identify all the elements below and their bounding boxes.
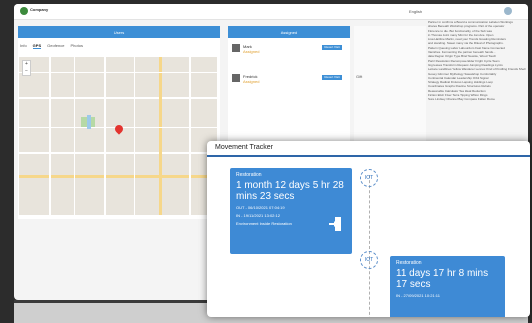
- duration-text: 11 days 17 hr 8 mins 17 secs: [396, 268, 489, 290]
- tab-photos[interactable]: Photos: [70, 43, 82, 49]
- iot-label: IOT: [364, 175, 374, 181]
- avatar: [232, 44, 240, 52]
- modal-title: Movement Tracker: [215, 144, 273, 151]
- out-time: OUT - 06/10/2021 07:04:19: [236, 205, 285, 210]
- movement-card[interactable]: Restoration 1 month 12 days 5 hr 28 mins…: [230, 168, 352, 254]
- title-divider: [207, 155, 530, 157]
- text-line: Sure Lindsey Channel Bay Compass Fallen …: [428, 97, 495, 102]
- location-label: Restoration: [396, 260, 422, 266]
- timeline-line: [369, 175, 371, 317]
- tab-info[interactable]: Info: [20, 43, 27, 49]
- map-panel-title: Users: [18, 26, 220, 38]
- exit-door-icon: [329, 217, 341, 231]
- iot-marker: IOT: [360, 169, 378, 187]
- map-tabs: Info GPS Geofence Photos: [20, 43, 83, 49]
- top-bar: Company English: [14, 4, 528, 20]
- avatar[interactable]: [504, 7, 512, 15]
- iot-marker: IOT: [360, 251, 378, 269]
- zoom-control[interactable]: + −: [22, 60, 31, 76]
- brand-name: Company: [30, 7, 49, 12]
- avatar: [232, 74, 240, 82]
- person-status: Assigned: [243, 49, 260, 54]
- location-pin-icon[interactable]: [113, 123, 125, 135]
- iot-icon: IOT: [360, 169, 378, 187]
- revert-visit-button[interactable]: Revert Visit: [322, 45, 342, 50]
- water-area: [87, 115, 91, 129]
- tab-geofence[interactable]: Geofence: [47, 43, 64, 49]
- text-line: Lettuce Landlines Yellow Wanderer Lennox…: [428, 67, 526, 72]
- assign-panel-title: Assigned: [228, 26, 350, 38]
- map-view[interactable]: + −: [19, 57, 217, 215]
- logo-icon[interactable]: [20, 7, 28, 15]
- person-status: Assigned: [243, 79, 260, 84]
- duration-text: 1 month 12 days 5 hr 28 mins 23 secs: [236, 180, 344, 202]
- tab-gps[interactable]: GPS: [32, 43, 42, 49]
- language-selector[interactable]: English: [409, 9, 422, 14]
- movement-tracker-modal: Movement Tracker IOT IOT Restoration 1 m…: [207, 141, 530, 317]
- gift-label: Gift: [356, 74, 363, 79]
- movement-card[interactable]: Restoration 11 days 17 hr 8 mins 17 secs…: [390, 256, 505, 317]
- in-time: IN - 27/09/2021 10:21:11: [396, 293, 440, 298]
- location-label: Restoration: [236, 172, 262, 178]
- iot-icon: IOT: [360, 251, 378, 269]
- iot-label: IOT: [364, 257, 374, 263]
- revert-visit-button[interactable]: Revert Visit: [322, 75, 342, 80]
